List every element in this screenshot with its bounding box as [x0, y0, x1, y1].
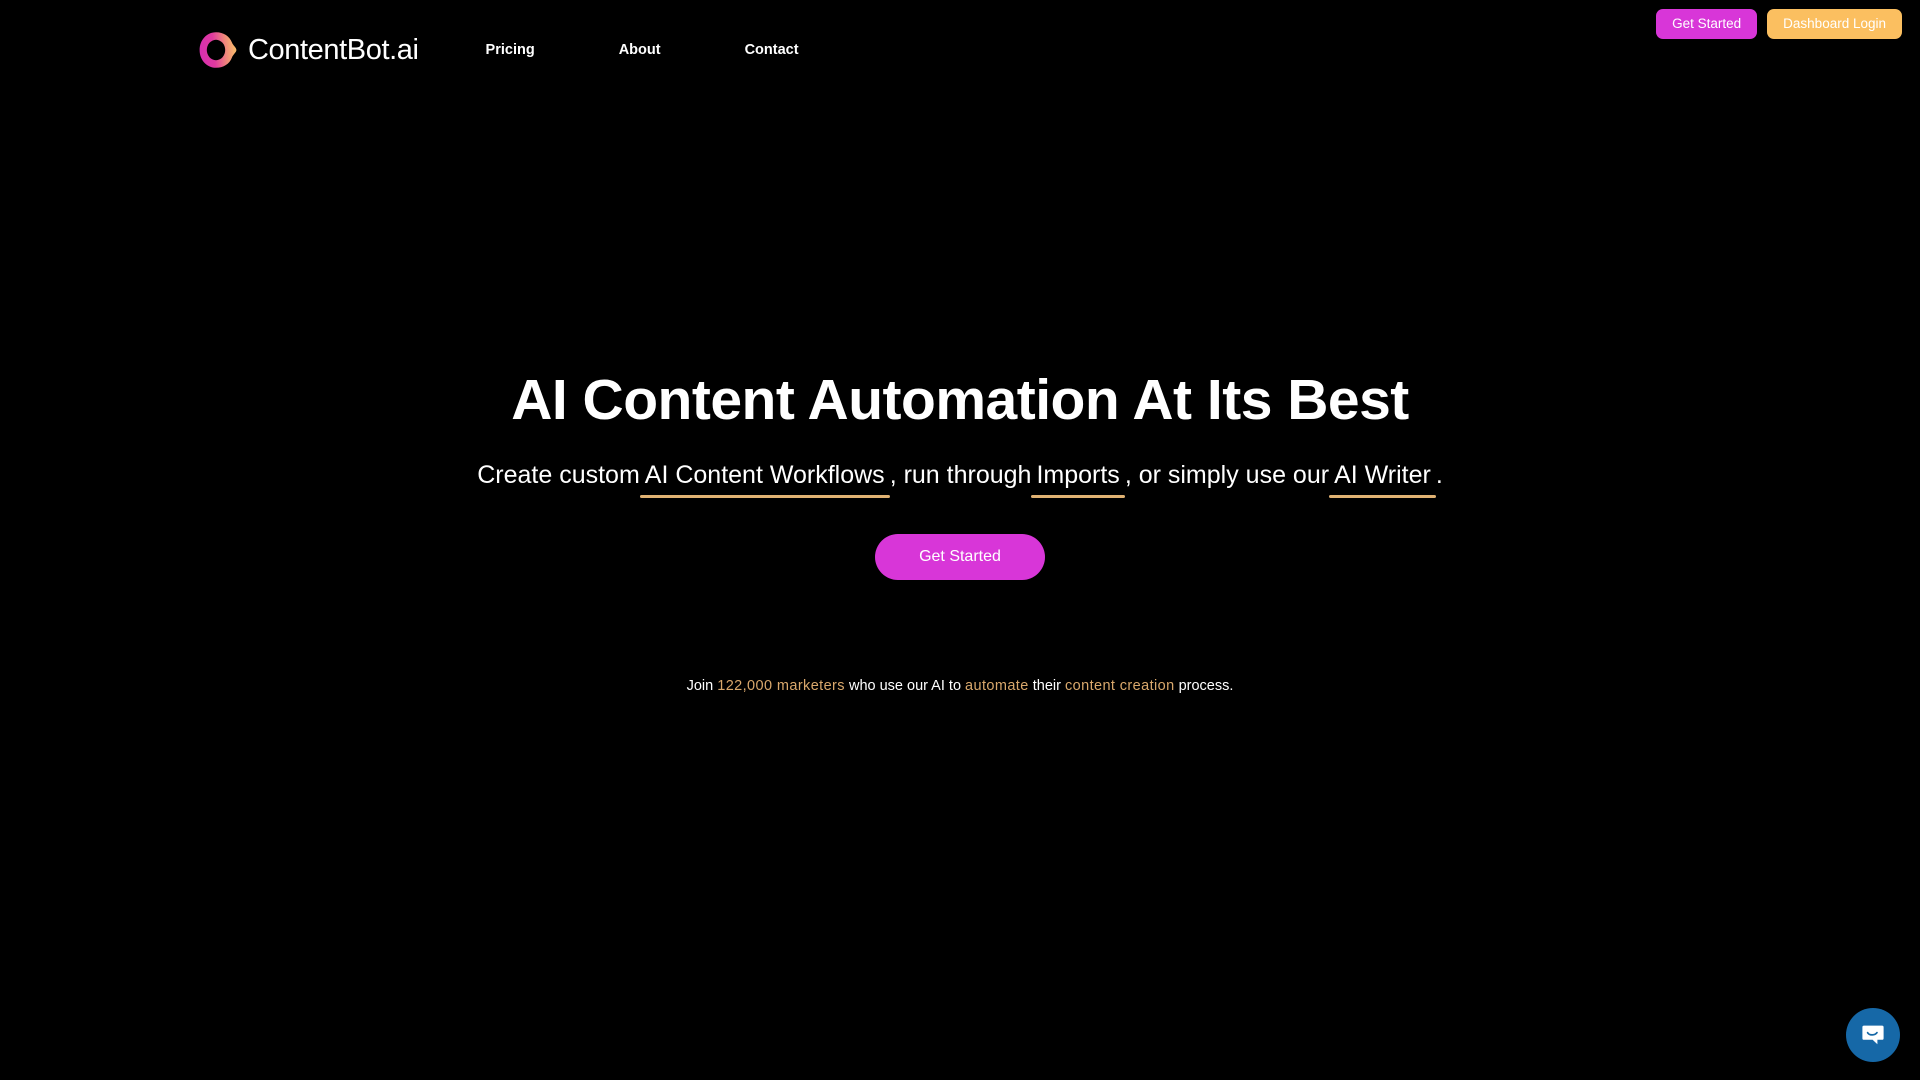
hero-highlight-imports: Imports — [1031, 460, 1126, 499]
hero-get-started-button[interactable]: Get Started — [875, 533, 1045, 580]
chat-launcher-button[interactable] — [1846, 1008, 1900, 1062]
hero-subtitle-part3: , or simply use our — [1124, 460, 1330, 489]
hero-subtitle-part2: , run through — [889, 460, 1032, 489]
brand-name: ContentBot.ai — [248, 33, 419, 66]
social-proof-mid2: their — [1028, 677, 1065, 694]
social-proof-text: Join 122,000 marketers who use our AI to… — [687, 676, 1234, 696]
main-nav: Pricing About Contact — [484, 36, 801, 64]
social-proof-action: automate — [965, 677, 1029, 694]
social-proof-mid1: who use our AI to — [844, 677, 966, 694]
chat-bubble-smile-icon — [1860, 1021, 1886, 1050]
nav-item-pricing[interactable]: Pricing — [484, 36, 537, 64]
nav-item-contact[interactable]: Contact — [743, 36, 801, 64]
hero-title: AI Content Automation At Its Best — [511, 368, 1409, 432]
hero-subtitle-part1: Create custom — [477, 460, 640, 489]
hero-highlight-ai-content-workflows: AI Content Workflows — [639, 460, 890, 499]
hero-subtitle-part4: . — [1435, 460, 1443, 489]
hero-highlight-ai-writer: AI Writer — [1329, 460, 1436, 499]
nav-item-about[interactable]: About — [617, 36, 663, 64]
social-proof-prefix: Join — [686, 677, 718, 694]
site-header: ContentBot.ai Pricing About Contact — [0, 0, 1920, 100]
social-proof-count: 122,000 marketers — [717, 677, 845, 694]
contentbot-ring-logo-icon — [196, 29, 238, 71]
get-started-button-top[interactable]: Get Started — [1656, 9, 1758, 39]
top-actions: Get Started Dashboard Login — [1656, 9, 1902, 39]
social-proof-suffix: process. — [1174, 677, 1234, 694]
hero-subtitle: Create custom AI Content Workflows, run t… — [477, 460, 1443, 499]
page-root: Get Started Dashboard Login ContentBot.a… — [0, 0, 1920, 1080]
brand-logo-link[interactable]: ContentBot.ai — [196, 29, 419, 71]
dashboard-login-button[interactable]: Dashboard Login — [1767, 9, 1902, 39]
hero-section: AI Content Automation At Its Best Create… — [0, 0, 1920, 1080]
social-proof-topic: content creation — [1064, 677, 1175, 694]
